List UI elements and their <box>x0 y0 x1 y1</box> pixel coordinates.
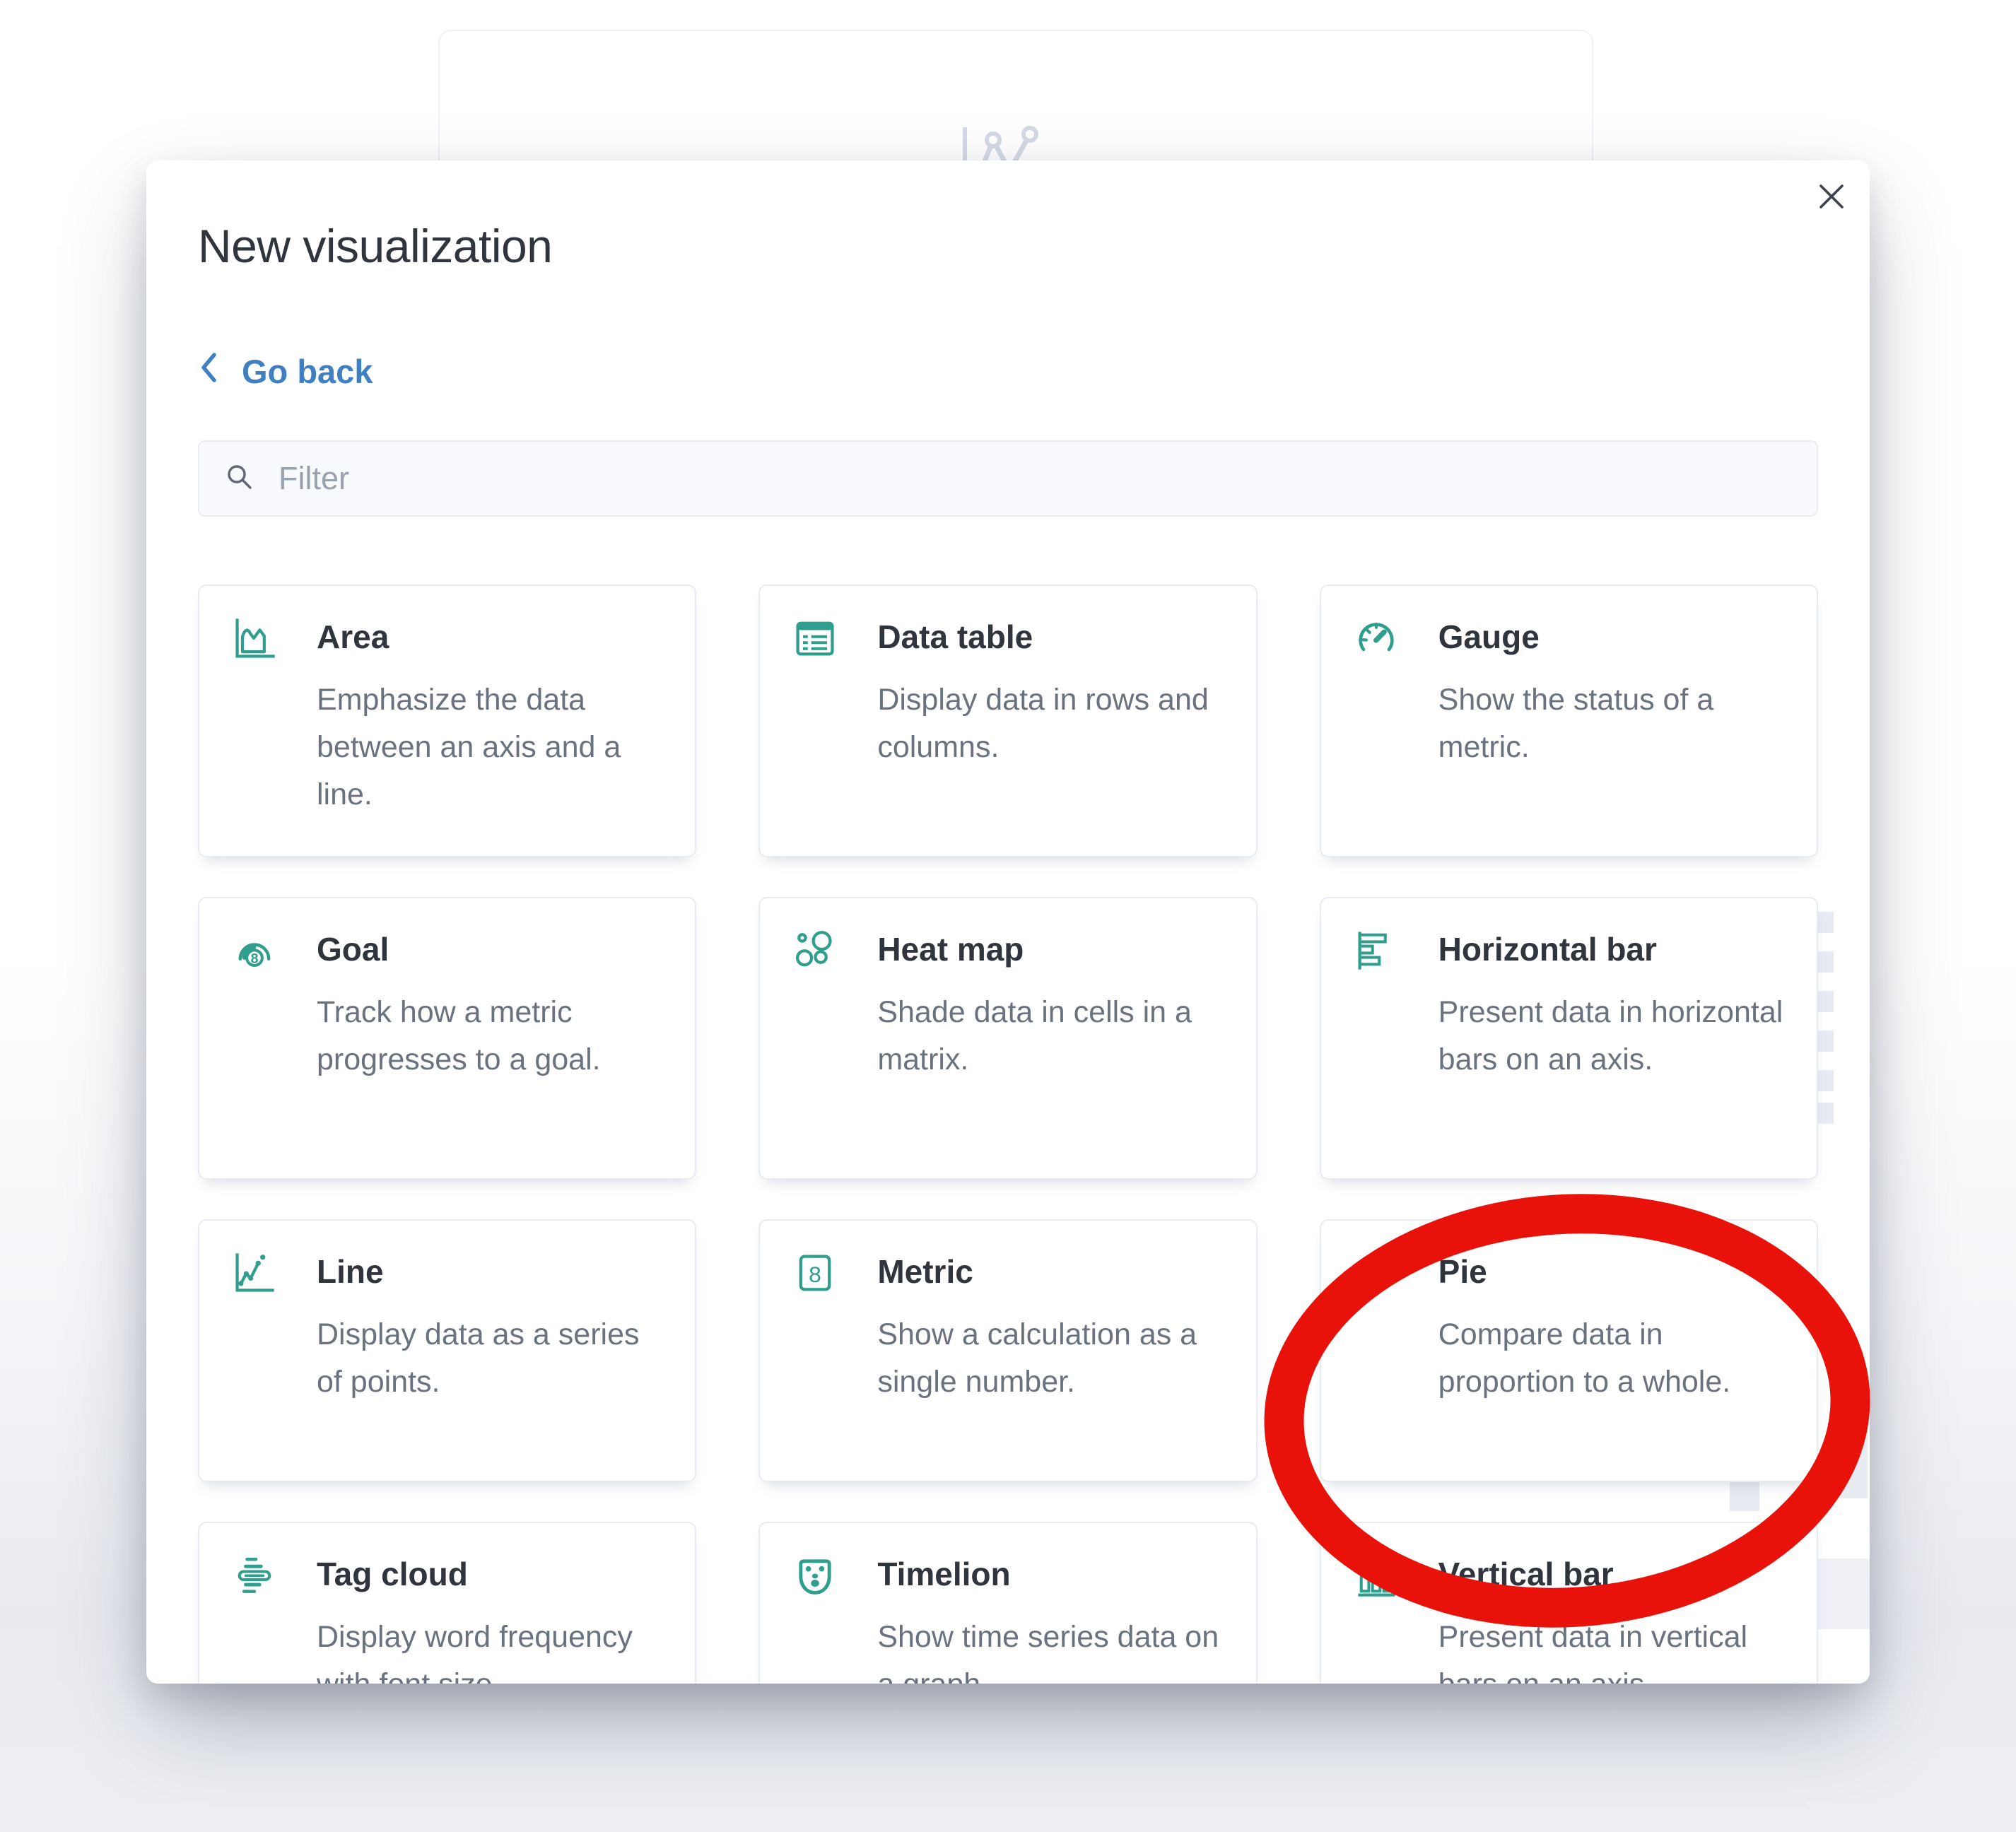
card-body: Goal Track how a metric progresses to a … <box>317 927 668 1084</box>
card-body: Metric Show a calculation as a single nu… <box>877 1249 1229 1406</box>
close-icon <box>1813 178 1850 217</box>
heat-map-icon <box>791 927 839 975</box>
card-title: Timelion <box>877 1551 1229 1597</box>
card-description: Present data in vertical bars on an axis… <box>1438 1614 1790 1684</box>
vis-type-card-metric[interactable]: 8 Metric Show a calculation as a single … <box>758 1219 1257 1482</box>
card-description: Show the status of a metric. <box>1438 676 1790 771</box>
card-description: Display data as a series of points. <box>317 1311 668 1406</box>
card-body: Gauge Show the status of a metric. <box>1438 614 1790 771</box>
card-description: Show time series data on a graph. <box>877 1614 1229 1684</box>
card-body: Data table Display data in rows and colu… <box>877 614 1229 771</box>
card-body: Tag cloud Display word frequency with fo… <box>317 1551 668 1684</box>
new-visualization-modal: New visualization Go back <box>146 160 1870 1684</box>
card-description: Track how a metric progresses to a goal. <box>317 989 668 1084</box>
close-button[interactable] <box>1812 177 1851 217</box>
timelion-icon <box>791 1551 839 1599</box>
metric-icon: 8 <box>791 1249 839 1297</box>
vis-type-card-vertical-bar[interactable]: Vertical bar Present data in vertical ba… <box>1320 1522 1818 1684</box>
card-description: Present data in horizontal bars on an ax… <box>1438 989 1790 1084</box>
card-description: Display word frequency with font size. <box>317 1614 668 1684</box>
card-title: Line <box>317 1249 668 1294</box>
pie-chart-icon <box>1352 1249 1400 1297</box>
tag-cloud-icon <box>230 1551 279 1599</box>
vis-type-card-horizontal-bar[interactable]: Horizontal bar Present data in horizonta… <box>1320 897 1818 1180</box>
line-chart-icon <box>230 1249 279 1297</box>
svg-text:8: 8 <box>809 1262 821 1287</box>
card-title: Goal <box>317 927 668 972</box>
card-description: Shade data in cells in a matrix. <box>877 989 1229 1084</box>
vis-type-card-pie[interactable]: Pie Compare data in proportion to a whol… <box>1320 1219 1818 1482</box>
gauge-icon <box>1352 614 1400 662</box>
svg-text:8: 8 <box>251 951 259 966</box>
card-title: Data table <box>877 614 1229 659</box>
data-table-icon <box>791 614 839 662</box>
vis-type-card-data-table[interactable]: Data table Display data in rows and colu… <box>758 585 1257 857</box>
card-title: Horizontal bar <box>1438 927 1790 972</box>
area-chart-icon <box>230 614 279 662</box>
card-title: Gauge <box>1438 614 1790 659</box>
card-title: Metric <box>877 1249 1229 1294</box>
card-body: Vertical bar Present data in vertical ba… <box>1438 1551 1790 1684</box>
card-description: Compare data in proportion to a whole. <box>1438 1311 1790 1406</box>
card-title: Heat map <box>877 927 1229 972</box>
card-title: Area <box>317 614 668 659</box>
vis-type-card-goal[interactable]: 8 Goal Track how a metric progresses to … <box>198 897 696 1180</box>
vis-type-card-gauge[interactable]: Gauge Show the status of a metric. <box>1320 585 1818 857</box>
vis-type-card-heat-map[interactable]: Heat map Shade data in cells in a matrix… <box>758 897 1257 1180</box>
horizontal-bar-icon <box>1352 927 1400 975</box>
vertical-bar-icon <box>1352 1551 1400 1599</box>
goal-icon: 8 <box>230 927 279 975</box>
vis-type-card-tag-cloud[interactable]: Tag cloud Display word frequency with fo… <box>198 1522 696 1684</box>
card-title: Vertical bar <box>1438 1551 1790 1597</box>
card-body: Pie Compare data in proportion to a whol… <box>1438 1249 1790 1406</box>
card-body: Heat map Shade data in cells in a matrix… <box>877 927 1229 1084</box>
card-description: Show a calculation as a single number. <box>877 1311 1229 1406</box>
card-description: Display data in rows and columns. <box>877 676 1229 771</box>
card-title: Tag cloud <box>317 1551 668 1597</box>
vis-type-card-line[interactable]: Line Display data as a series of points. <box>198 1219 696 1482</box>
card-body: Timelion Show time series data on a grap… <box>877 1551 1229 1684</box>
visualization-type-grid: Area Emphasize the data between an axis … <box>198 585 1818 1684</box>
card-description: Emphasize the data between an axis and a… <box>317 676 668 818</box>
vis-type-card-area[interactable]: Area Emphasize the data between an axis … <box>198 585 696 857</box>
card-body: Line Display data as a series of points. <box>317 1249 668 1406</box>
vis-type-card-timelion[interactable]: Timelion Show time series data on a grap… <box>758 1522 1257 1684</box>
card-title: Pie <box>1438 1249 1790 1294</box>
card-body: Area Emphasize the data between an axis … <box>317 614 668 818</box>
card-body: Horizontal bar Present data in horizonta… <box>1438 927 1790 1084</box>
